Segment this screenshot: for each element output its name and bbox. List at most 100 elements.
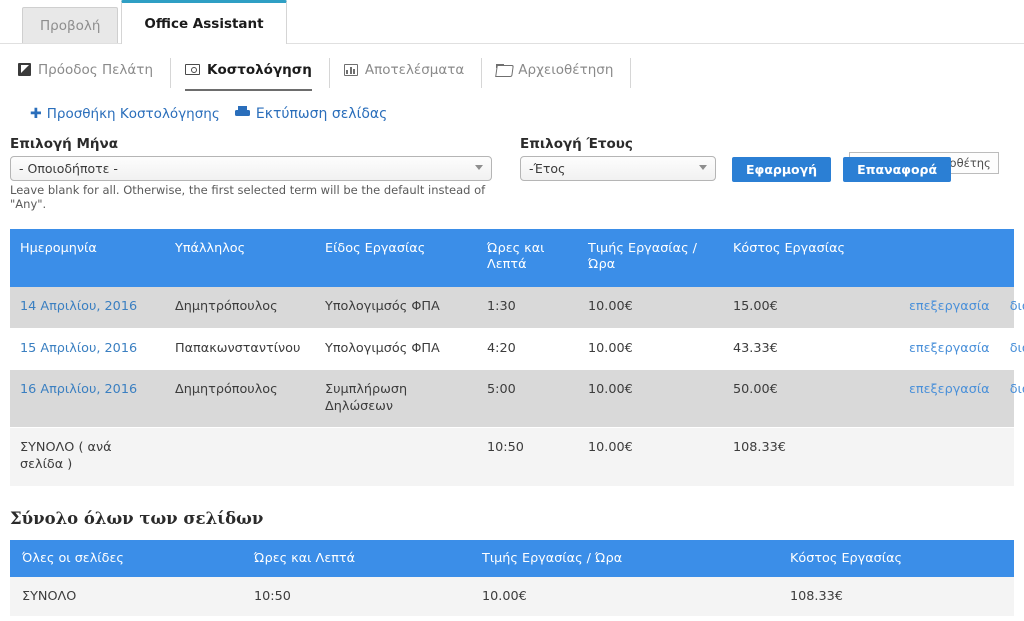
cell-date: 14 Απριλίου, 2016	[10, 286, 165, 329]
date-link[interactable]: 16 Απριλίου, 2016	[20, 382, 137, 397]
cell-cost: 50.00€	[723, 369, 883, 429]
chevron-down-icon	[699, 165, 707, 170]
summary-row: ΣΥΝΟΛΟ 10:50 10.00€ 108.33€	[10, 576, 1014, 616]
primary-tab-office-assistant[interactable]: Office Assistant	[121, 0, 287, 44]
summary-cell-rate: 10.00€	[470, 576, 778, 616]
money-icon	[185, 64, 200, 75]
summary-header-row: Όλες οι σελίδες Ώρες και Λεπτά Τιμής Εργ…	[10, 539, 1014, 577]
tab-archiving-label: Αρχειοθέτηση	[518, 61, 614, 78]
costing-table: Ημερομηνία Υπάλληλος Είδος Εργασίας Ώρες…	[10, 229, 1024, 487]
month-filter-label: Επιλογή Μήνα	[10, 136, 118, 152]
summary-table: Όλες οι σελίδες Ώρες και Λεπτά Τιμής Εργ…	[10, 539, 1014, 616]
date-link[interactable]: 15 Απριλίου, 2016	[20, 341, 137, 356]
edit-link[interactable]: επεξεργασία	[909, 382, 990, 397]
col-work-type[interactable]: Είδος Εργασίας	[315, 229, 477, 287]
delete-link[interactable]: διαγραφή	[1010, 299, 1024, 314]
cell-work-type: Υπολογιμσός ΦΠΑ	[315, 286, 477, 329]
cell-rate: 10.00€	[578, 369, 723, 429]
delete-link[interactable]: διαγραφή	[1010, 341, 1024, 356]
cell-total-cost: 108.33€	[723, 427, 883, 487]
primary-tab-bar: Προβολή Office Assistant	[0, 0, 1024, 44]
filter-bar: Επιλογή Μήνα - Οποιοδήποτε - Leave blank…	[0, 136, 1024, 211]
edit-link[interactable]: επεξεργασία	[909, 341, 990, 356]
cell-rate: 10.00€	[578, 328, 723, 371]
tab-client-progress-label: Πρόοδος Πελάτη	[38, 61, 153, 78]
year-filter-group: Επιλογή Έτους -Έτος	[520, 136, 716, 181]
folder-open-icon	[496, 64, 511, 75]
cell-total-label: ΣΥΝΟΛΟ ( ανά σελίδα )	[10, 427, 165, 487]
summary-title: Σύνολο όλων των σελίδων	[10, 508, 264, 528]
filter-buttons: Εφαρμογή Επαναφορά	[732, 136, 952, 182]
add-costing-link[interactable]: ✚ Προσθήκη Κοστολόγησης	[30, 106, 220, 122]
table-header-row: Ημερομηνία Υπάλληλος Είδος Εργασίας Ώρες…	[10, 229, 1014, 287]
reset-button[interactable]: Επαναφορά	[843, 157, 952, 182]
main-table-wrap: Ημερομηνία Υπάλληλος Είδος Εργασίας Ώρες…	[0, 229, 1024, 487]
table-row: 16 Απριλίου, 2016 Δημητρόπουλος Συμπλήρω…	[10, 369, 1024, 429]
col-rate[interactable]: Τιμής Εργασίας / Ώρα	[578, 229, 723, 287]
plus-icon: ✚	[30, 106, 42, 122]
tab-costing-label: Κοστολόγηση	[207, 61, 312, 78]
year-select[interactable]: -Έτος	[520, 156, 716, 181]
primary-tab-office-assistant-label: Office Assistant	[144, 15, 264, 32]
month-select[interactable]: - Οποιοδήποτε -	[10, 156, 492, 181]
cell-total-work-type	[315, 427, 477, 487]
cell-operations: επεξεργασία διαγραφή	[883, 328, 1024, 371]
primary-tab-preview-label: Προβολή	[40, 17, 101, 34]
col-operations	[883, 229, 1014, 287]
cell-date: 16 Απριλίου, 2016	[10, 369, 165, 429]
cell-rate: 10.00€	[578, 286, 723, 329]
col-date[interactable]: Ημερομηνία	[10, 229, 165, 287]
cell-work-type: Υπολογιμσός ΦΠΑ	[315, 328, 477, 371]
cell-cost: 15.00€	[723, 286, 883, 329]
date-link[interactable]: 14 Απριλίου, 2016	[20, 299, 137, 314]
cell-cost: 43.33€	[723, 328, 883, 371]
cell-hours: 5:00	[477, 369, 578, 429]
cell-employee: Δημητρόπουλος	[165, 286, 315, 329]
tab-client-progress[interactable]: Πρόοδος Πελάτη	[18, 58, 171, 88]
edit-link[interactable]: επεξεργασία	[909, 299, 990, 314]
tab-results-label: Αποτελέσματα	[364, 61, 465, 78]
cell-hours: 1:30	[477, 286, 578, 329]
cell-total-hours: 10:50	[477, 427, 578, 487]
printer-icon	[234, 106, 250, 122]
apply-button[interactable]: Εφαρμογή	[732, 157, 832, 182]
year-select-wrap: -Έτος	[520, 156, 716, 181]
chevron-down-icon	[475, 165, 483, 170]
delete-link[interactable]: διαγραφή	[1010, 382, 1024, 397]
tab-results[interactable]: Αποτελέσματα	[330, 58, 483, 88]
summary-cell-hours: 10:50	[242, 576, 470, 616]
summary-col-rate: Τιμής Εργασίας / Ώρα	[470, 539, 778, 577]
page-root: Προβολή Office Assistant Πρόοδος Πελάτη …	[0, 0, 1024, 621]
print-page-link[interactable]: Εκτύπωση σελίδας	[234, 106, 388, 122]
col-cost[interactable]: Κόστος Εργασίας	[723, 229, 883, 287]
cell-total-employee	[165, 427, 315, 487]
summary-col-all-pages: Όλες οι σελίδες	[10, 539, 242, 577]
cell-hours: 4:20	[477, 328, 578, 371]
year-filter-label: Επιλογή Έτους	[520, 136, 633, 152]
table-total-row: ΣΥΝΟΛΟ ( ανά σελίδα ) 10:50 10.00€ 108.3…	[10, 427, 1014, 487]
primary-tab-preview[interactable]: Προβολή	[22, 7, 119, 43]
secondary-tab-bar: Πρόοδος Πελάτη Κοστολόγηση Αποτελέσματα …	[0, 44, 1024, 91]
month-select-value: - Οποιοδήποτε -	[19, 161, 118, 176]
month-filter-helper: Leave blank for all. Otherwise, the firs…	[10, 183, 486, 211]
summary-col-cost: Κόστος Εργασίας	[778, 539, 1014, 577]
tab-archiving[interactable]: Αρχειοθέτηση	[482, 58, 632, 88]
cell-operations: επεξεργασία διαγραφή	[883, 286, 1024, 329]
month-filter-group: Επιλογή Μήνα - Οποιοδήποτε - Leave blank…	[10, 136, 492, 211]
cell-work-type: Συμπλήρωση Δηλώσεων	[315, 369, 477, 429]
cell-employee: Δημητρόπουλος	[165, 369, 315, 429]
print-page-label: Εκτύπωση σελίδας	[255, 106, 388, 122]
table-row: 14 Απριλίου, 2016 Δημητρόπουλος Υπολογιμ…	[10, 286, 1024, 329]
year-select-value: -Έτος	[529, 161, 566, 176]
col-hours[interactable]: Ώρες και Λεπτά	[477, 229, 578, 287]
cell-employee: Παπακωνσταντίνου	[165, 328, 315, 371]
cell-total-operations	[883, 427, 1014, 487]
col-employee[interactable]: Υπάλληλος	[165, 229, 315, 287]
arrow-box-icon	[18, 63, 31, 76]
bar-chart-icon	[343, 63, 358, 76]
month-select-wrap: - Οποιοδήποτε -	[10, 156, 492, 181]
tab-costing[interactable]: Κοστολόγηση	[171, 58, 330, 91]
summary-cell-label: ΣΥΝΟΛΟ	[10, 576, 242, 616]
summary-col-hours: Ώρες και Λεπτά	[242, 539, 470, 577]
table-row: 15 Απριλίου, 2016 Παπακωνσταντίνου Υπολο…	[10, 328, 1024, 371]
